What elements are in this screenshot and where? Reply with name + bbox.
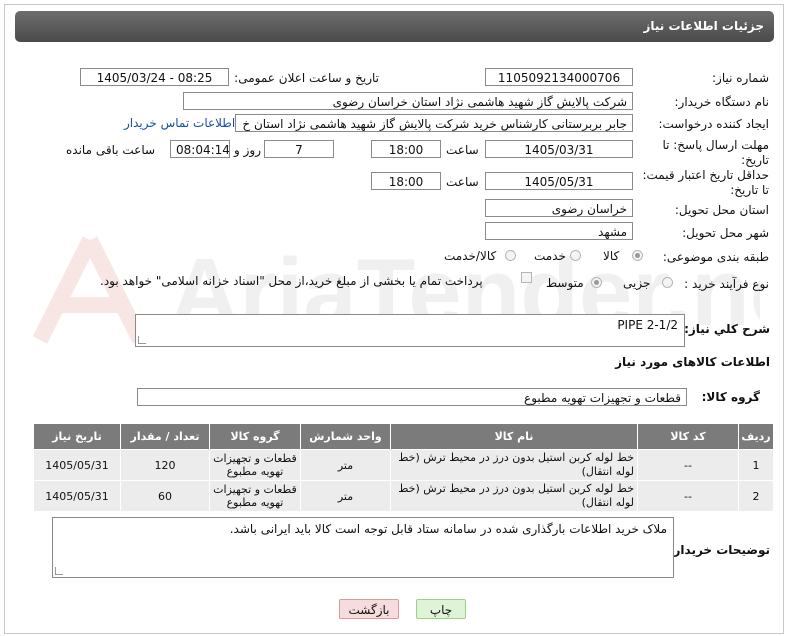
category-option-goods: کالا [603,249,620,263]
deadline-time-word: ساعت [446,143,479,157]
creator-label: ایجاد کننده درخواست: [658,117,769,131]
goods-group-field[interactable]: قطعات و تجهیزات تهویه مطبوع [137,388,687,406]
cell-goods-code: -- [637,449,739,481]
cell-unit: متر [300,449,391,481]
resize-grip-icon[interactable] [55,567,63,575]
contact-buyer-link[interactable]: اطلاعات تماس خریدار [124,116,235,130]
items-table: ردیف کد کالا نام کالا واحد شمارش گروه کا… [33,423,774,512]
remaining-word: ساعت باقی مانده [66,143,156,157]
cell-quantity: 60 [120,480,210,512]
payment-note: پرداخت تمام یا بخشی از مبلغ خرید،از محل … [100,274,483,288]
page-title: جزئیات اطلاعات نیاز [643,19,764,33]
city-label: شهر محل تحویل: [682,226,769,240]
process-label: نوع فرآیند خرید : [684,277,769,291]
cell-need-date: 1405/05/31 [33,449,121,481]
process-radio-minor[interactable] [662,277,673,288]
buyer-notes-textarea[interactable]: ملاک خرید اطلاعات بارگذاری شده در سامانه… [52,517,674,578]
creator-field[interactable]: جابر بربرستانی کارشناس خرید شرکت پالایش … [235,114,633,132]
deadline-time-field[interactable]: 18:00 [371,140,441,158]
col-quantity: تعداد / مقدار [120,423,210,450]
table-header-row: ردیف کد کالا نام کالا واحد شمارش گروه کا… [33,423,774,450]
buyer-label: نام دستگاه خریدار: [674,95,770,109]
category-radio-goods[interactable] [632,250,643,261]
need-number-field[interactable]: 1105092134000706 [485,68,633,86]
print-button[interactable]: چاپ [416,599,466,619]
summary-textarea[interactable]: PIPE 2-1/2 [135,314,685,347]
goods-group-label: گروه کالا: [701,390,760,404]
summary-text: PIPE 2-1/2 [617,318,678,332]
resize-grip-icon[interactable] [138,336,146,344]
cell-goods-group: قطعات و تجهیزات تهویه مطبوع [209,480,301,512]
cell-goods-name: خط لوله کربن استیل بدون درز در محیط ترش … [390,449,638,481]
cell-row-number: 2 [738,480,774,512]
col-goods-group: گروه کالا [209,423,301,450]
province-label: استان محل تحویل: [674,203,769,217]
category-radio-both[interactable] [505,250,516,261]
cell-goods-code: -- [637,480,739,512]
cell-goods-name: خط لوله کربن استیل بدون درز در محیط ترش … [390,480,638,512]
buyer-notes-text: ملاک خرید اطلاعات بارگذاری شده در سامانه… [229,522,667,536]
table-row[interactable]: 2 -- خط لوله کربن استیل بدون درز در محیط… [33,480,774,512]
category-radio-service[interactable] [570,250,581,261]
province-field[interactable]: خراسان رضوی [485,199,633,217]
summary-label: شرح کلي نياز: [684,322,770,336]
col-goods-code: کد کالا [637,423,739,450]
price-validity-label-line2: تا تاریخ: [730,183,769,197]
col-unit: واحد شمارش [300,423,391,450]
table-row[interactable]: 1 -- خط لوله کربن استیل بدون درز در محیط… [33,449,774,481]
buyer-field[interactable]: شرکت پالایش گاز شهید هاشمی نژاد استان خر… [183,92,633,110]
remaining-time-field[interactable]: 08:04:14 [170,140,230,158]
price-date-field[interactable]: 1405/05/31 [485,172,633,190]
category-option-both: کالا/خدمت [444,249,497,263]
price-time-word: ساعت [446,175,479,189]
deadline-date-field[interactable]: 1405/03/31 [485,140,633,158]
col-goods-name: نام کالا [390,423,638,450]
announce-field[interactable]: 1405/03/24 - 08:25 [80,68,229,86]
deadline-label-line1: مهلت ارسال پاسخ: تا [662,138,769,152]
buyer-notes-label: توضیحات خریدار: [668,543,770,557]
category-option-service: خدمت [534,249,566,263]
cell-quantity: 120 [120,449,210,481]
process-option-minor: جزیی [623,276,651,290]
announce-label: تاریخ و ساعت اعلان عمومی: [234,71,379,85]
col-row-number: ردیف [738,423,774,450]
process-radio-medium[interactable] [591,277,602,288]
process-option-medium: متوسط [546,276,584,290]
treasury-checkbox[interactable] [521,272,532,283]
days-word: روز و [234,143,261,157]
cell-unit: متر [300,480,391,512]
page-header: جزئیات اطلاعات نیاز [15,11,774,42]
cell-need-date: 1405/05/31 [33,480,121,512]
cell-goods-group: قطعات و تجهیزات تهویه مطبوع [209,449,301,481]
cell-row-number: 1 [738,449,774,481]
city-field[interactable]: مشهد [485,222,633,240]
need-number-label: شماره نیاز: [712,71,769,85]
price-time-field[interactable]: 18:00 [371,172,441,190]
back-button[interactable]: بازگشت [339,599,399,619]
goods-info-title: اطلاعات کالاهای مورد نیاز [615,355,770,369]
days-field[interactable]: 7 [264,140,334,158]
price-validity-label-line1: حداقل تاریخ اعتبار قیمت: [642,168,769,182]
col-need-date: تاریخ نیاز [33,423,121,450]
category-label: طبقه بندی موضوعی: [662,250,769,264]
deadline-label-line2: تاریخ: [741,153,769,167]
